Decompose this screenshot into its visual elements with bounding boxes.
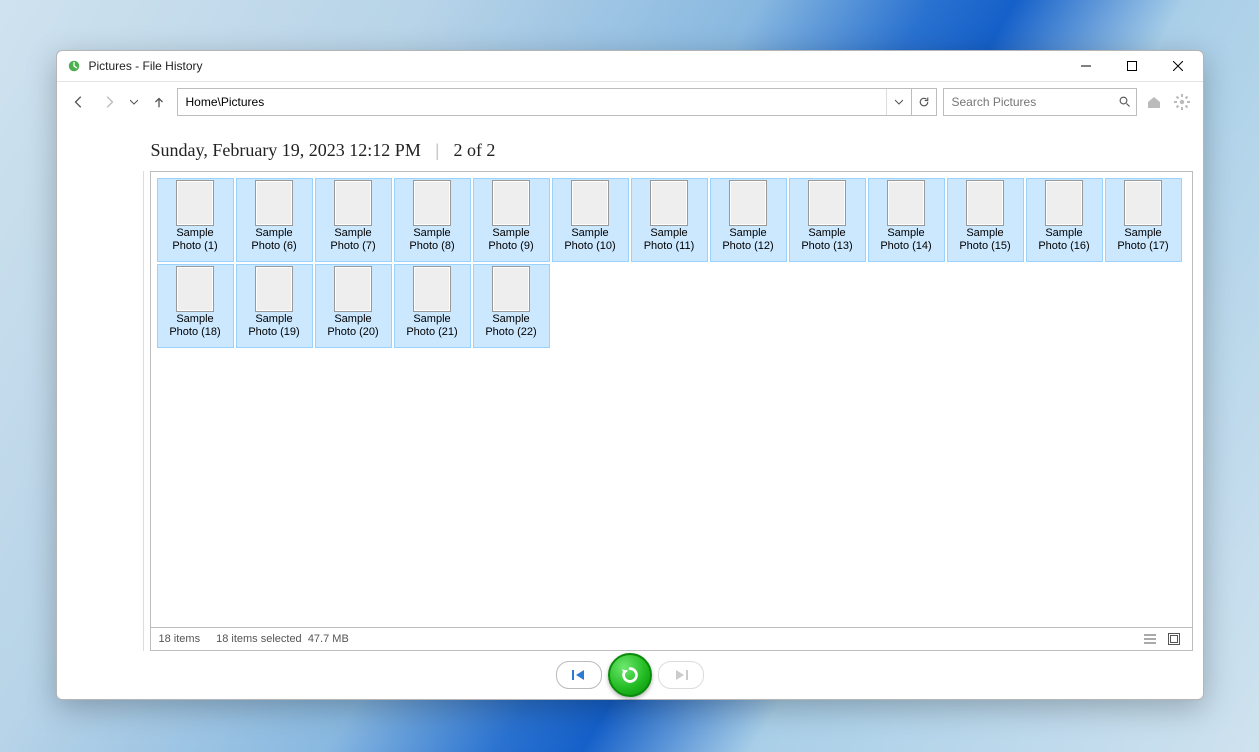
app-icon	[67, 59, 81, 73]
thumbnail-icon	[335, 181, 371, 225]
file-item[interactable]: Sample Photo (19)	[236, 264, 313, 348]
back-button[interactable]	[67, 90, 91, 114]
home-icon[interactable]	[1143, 91, 1165, 113]
history-dropdown-icon[interactable]	[127, 90, 141, 114]
file-label: Sample Photo (12)	[722, 227, 773, 253]
file-label: Sample Photo (21)	[406, 313, 457, 339]
thumbnail-icon	[414, 267, 450, 311]
file-item[interactable]: Sample Photo (1)	[157, 178, 234, 262]
toolbar	[57, 82, 1203, 122]
window-title: Pictures - File History	[89, 59, 1063, 73]
previous-version-button[interactable]	[556, 661, 602, 689]
forward-button[interactable]	[97, 90, 121, 114]
details-view-icon[interactable]	[1140, 629, 1160, 649]
file-label: Sample Photo (11)	[644, 227, 695, 253]
thumbnail-icon	[177, 181, 213, 225]
minimize-button[interactable]	[1063, 51, 1109, 81]
status-bar: 18 items 18 items selected 47.7 MB	[150, 628, 1193, 651]
thumbnail-icon	[256, 267, 292, 311]
file-item[interactable]: Sample Photo (15)	[947, 178, 1024, 262]
address-dropdown-icon[interactable]	[886, 89, 911, 115]
thumbnail-icon	[730, 181, 766, 225]
file-item[interactable]: Sample Photo (12)	[710, 178, 787, 262]
thumbnail-icon	[809, 181, 845, 225]
file-item[interactable]: Sample Photo (22)	[473, 264, 550, 348]
search-input[interactable]	[944, 95, 1115, 109]
maximize-button[interactable]	[1109, 51, 1155, 81]
file-label: Sample Photo (6)	[251, 227, 296, 253]
close-button[interactable]	[1155, 51, 1201, 81]
file-label: Sample Photo (17)	[1117, 227, 1168, 253]
thumbnail-icon	[1046, 181, 1082, 225]
version-datetime: Sunday, February 19, 2023 12:12 PM	[151, 140, 421, 160]
file-history-window: Pictures - File History Sunday, February…	[56, 50, 1204, 700]
file-label: Sample Photo (1)	[172, 227, 217, 253]
file-item[interactable]: Sample Photo (7)	[315, 178, 392, 262]
restore-button[interactable]	[608, 653, 652, 697]
file-item[interactable]: Sample Photo (20)	[315, 264, 392, 348]
content-area: Sample Photo (1) Sample Photo (6) Sample P…	[57, 171, 1203, 651]
file-label: Sample Photo (8)	[409, 227, 454, 253]
file-item[interactable]: Sample Photo (16)	[1026, 178, 1103, 262]
search-box	[943, 88, 1137, 116]
file-label: Sample Photo (15)	[959, 227, 1010, 253]
version-heading: Sunday, February 19, 2023 12:12 PM | 2 o…	[57, 122, 1203, 171]
titlebar: Pictures - File History	[57, 51, 1203, 82]
thumbnail-icon	[414, 181, 450, 225]
file-item[interactable]: Sample Photo (21)	[394, 264, 471, 348]
thumbnail-icon	[493, 181, 529, 225]
status-selected: 18 items selected 47.7 MB	[216, 633, 349, 645]
file-label: Sample Photo (22)	[485, 313, 536, 339]
thumbnail-icon	[967, 181, 1003, 225]
file-label: Sample Photo (16)	[1038, 227, 1089, 253]
file-label: Sample Photo (13)	[801, 227, 852, 253]
thumbnail-icon	[888, 181, 924, 225]
up-button[interactable]	[147, 90, 171, 114]
status-item-count: 18 items	[159, 633, 201, 645]
file-label: Sample Photo (9)	[488, 227, 533, 253]
address-bar	[177, 88, 937, 116]
thumbnail-icon	[256, 181, 292, 225]
file-label: Sample Photo (14)	[880, 227, 931, 253]
thumbnails-view-icon[interactable]	[1164, 629, 1184, 649]
file-label: Sample Photo (10)	[564, 227, 615, 253]
file-item[interactable]: Sample Photo (18)	[157, 264, 234, 348]
file-item[interactable]: Sample Photo (17)	[1105, 178, 1182, 262]
file-item[interactable]: Sample Photo (14)	[868, 178, 945, 262]
address-input[interactable]	[178, 89, 886, 115]
file-item[interactable]: Sample Photo (10)	[552, 178, 629, 262]
file-item[interactable]: Sample Photo (8)	[394, 178, 471, 262]
refresh-button[interactable]	[911, 89, 936, 115]
search-icon[interactable]	[1115, 96, 1136, 108]
file-item[interactable]: Sample Photo (11)	[631, 178, 708, 262]
thumbnail-icon	[177, 267, 213, 311]
version-nav-panel	[57, 651, 1203, 699]
file-item[interactable]: Sample Photo (6)	[236, 178, 313, 262]
thumbnail-icon	[335, 267, 371, 311]
thumbnail-icon	[493, 267, 529, 311]
next-version-button[interactable]	[658, 661, 704, 689]
file-label: Sample Photo (7)	[330, 227, 375, 253]
version-position: 2 of 2	[453, 140, 495, 160]
file-label: Sample Photo (19)	[248, 313, 299, 339]
gear-icon[interactable]	[1171, 91, 1193, 113]
navigation-pane[interactable]	[67, 171, 144, 651]
thumbnail-icon	[572, 181, 608, 225]
file-label: Sample Photo (20)	[327, 313, 378, 339]
file-item[interactable]: Sample Photo (9)	[473, 178, 550, 262]
file-list[interactable]: Sample Photo (1) Sample Photo (6) Sample P…	[150, 171, 1193, 628]
file-item[interactable]: Sample Photo (13)	[789, 178, 866, 262]
thumbnail-icon	[1125, 181, 1161, 225]
thumbnail-icon	[651, 181, 687, 225]
file-label: Sample Photo (18)	[169, 313, 220, 339]
